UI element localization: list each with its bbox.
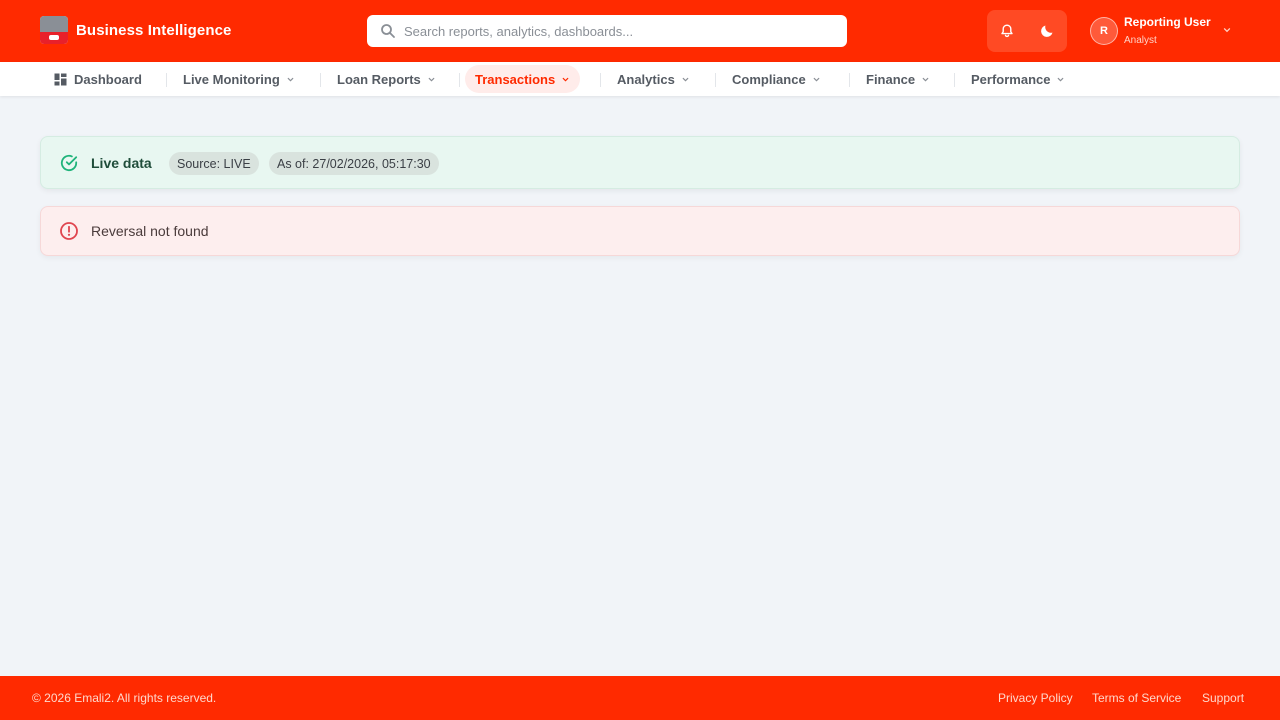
chevron-down-icon	[562, 77, 569, 81]
nav-analytics[interactable]: Analytics	[607, 65, 700, 93]
live-data-banner: Live data Source: LIVE As of: 27/02/2026…	[40, 136, 1240, 189]
search-input[interactable]	[404, 23, 824, 39]
nav-label: Live Monitoring	[183, 71, 280, 87]
nav-performance[interactable]: Performance	[961, 65, 1075, 93]
chevron-down-icon	[428, 77, 435, 81]
source-badge: Source: LIVE	[169, 152, 259, 175]
nav-transactions[interactable]: Transactions	[465, 65, 581, 93]
footer: © 2026 Emali2. All rights reserved. Priv…	[0, 676, 1280, 720]
dashboard-icon	[54, 73, 67, 85]
brand[interactable]: Business Intelligence	[40, 16, 231, 44]
main-nav: Dashboard Live Monitoring Loan Reports T…	[0, 62, 1280, 96]
chevron-down-icon	[1058, 77, 1064, 81]
brand-title: Business Intelligence	[76, 21, 232, 39]
nav-label: Loan Reports	[337, 71, 421, 87]
chevron-down-icon	[682, 77, 689, 81]
top-header: Business Intelligence R Reporting User A…	[0, 0, 1280, 62]
search-bar[interactable]	[367, 15, 847, 47]
chevron-down-icon	[1223, 28, 1231, 33]
avatar: R	[1090, 17, 1118, 45]
nav-label: Finance	[866, 71, 916, 87]
moon-icon	[1041, 25, 1053, 37]
header-actions	[987, 10, 1067, 52]
error-circle-icon	[60, 222, 78, 240]
check-circle-icon	[60, 154, 78, 171]
copyright: © 2026 Emali2. All rights reserved.	[32, 691, 217, 705]
error-message: Reversal not found	[91, 223, 209, 239]
nav-live-monitoring[interactable]: Live Monitoring	[173, 65, 305, 93]
nav-label: Dashboard	[74, 71, 142, 87]
user-menu[interactable]: R Reporting User Analyst	[1090, 12, 1240, 50]
notifications-button[interactable]	[992, 16, 1022, 46]
chevron-down-icon	[287, 77, 294, 81]
nav-label: Analytics	[617, 71, 675, 87]
user-role: Analyst	[1124, 34, 1157, 46]
company-logo	[40, 16, 68, 44]
nav-finance[interactable]: Finance	[856, 65, 940, 93]
live-data-title: Live data	[91, 154, 152, 171]
privacy-policy-link[interactable]: Privacy Policy	[998, 691, 1073, 705]
chevron-down-icon	[813, 77, 820, 81]
support-link[interactable]: Support	[1202, 691, 1244, 705]
terms-of-service-link[interactable]: Terms of Service	[1092, 691, 1181, 705]
dark-mode-toggle[interactable]	[1032, 16, 1062, 46]
nav-label: Compliance	[732, 71, 806, 87]
error-alert: Reversal not found	[40, 206, 1240, 256]
bell-icon	[1001, 24, 1013, 38]
search-icon	[381, 24, 395, 38]
nav-loan-reports[interactable]: Loan Reports	[327, 65, 446, 93]
chevron-down-icon	[922, 77, 929, 81]
timestamp-badge: As of: 27/02/2026, 05:17:30	[269, 152, 439, 175]
nav-dashboard[interactable]: Dashboard	[44, 65, 152, 93]
nav-compliance[interactable]: Compliance	[722, 65, 831, 93]
nav-label: Transactions	[475, 71, 556, 87]
user-name: Reporting User	[1124, 14, 1211, 29]
nav-label: Performance	[971, 71, 1051, 87]
